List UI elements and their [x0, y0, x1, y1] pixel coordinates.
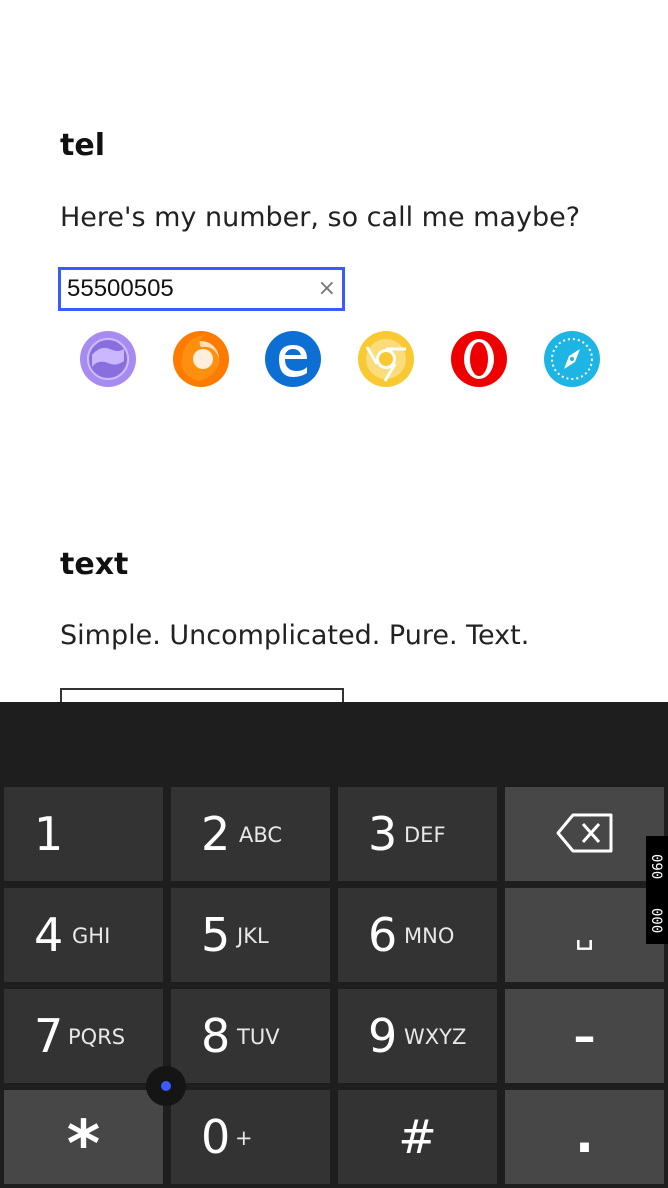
samsung-internet-icon [78, 327, 138, 391]
dash-key[interactable]: – [505, 989, 664, 1083]
backspace-key[interactable] [505, 787, 664, 881]
text-section-title: text [60, 547, 129, 582]
clear-icon[interactable]: × [318, 276, 336, 302]
key-5[interactable]: 5 JKL [171, 888, 330, 982]
dot-key[interactable]: . [505, 1090, 664, 1184]
key-9[interactable]: 9 WXYZ [338, 989, 497, 1083]
key-3[interactable]: 3 DEF [338, 787, 497, 881]
key-star[interactable]: * [4, 1090, 163, 1184]
tel-input[interactable] [67, 274, 307, 304]
backspace-icon [505, 811, 664, 859]
safari-icon [542, 327, 602, 391]
key-4[interactable]: 4 GHI [4, 888, 163, 982]
key-0[interactable]: 0 + [171, 1090, 330, 1184]
key-1[interactable]: 1 [4, 787, 163, 881]
debug-overlay-tag: 090 000 [646, 836, 668, 944]
browser-support-row [0, 327, 668, 391]
key-8[interactable]: 8 TUV [171, 989, 330, 1083]
key-2[interactable]: 2 ABC [171, 787, 330, 881]
tel-section-title: tel [60, 128, 105, 163]
text-section-description: Simple. Uncomplicated. Pure. Text. [60, 620, 530, 651]
firefox-icon [171, 327, 231, 391]
space-key[interactable]: ␣ [505, 888, 664, 982]
key-7[interactable]: 7 PQRS [4, 989, 163, 1083]
edge-icon [263, 327, 323, 391]
tel-section-description: Here's my number, so call me maybe? [60, 202, 581, 233]
key-hash[interactable]: # [338, 1090, 497, 1184]
key-6[interactable]: 6 MNO [338, 888, 497, 982]
opera-icon [449, 327, 509, 391]
tel-input-container[interactable]: × [58, 267, 345, 311]
cursor-drag-handle[interactable] [146, 1066, 186, 1106]
chrome-icon [356, 327, 416, 391]
space-icon: ␣ [574, 916, 595, 951]
